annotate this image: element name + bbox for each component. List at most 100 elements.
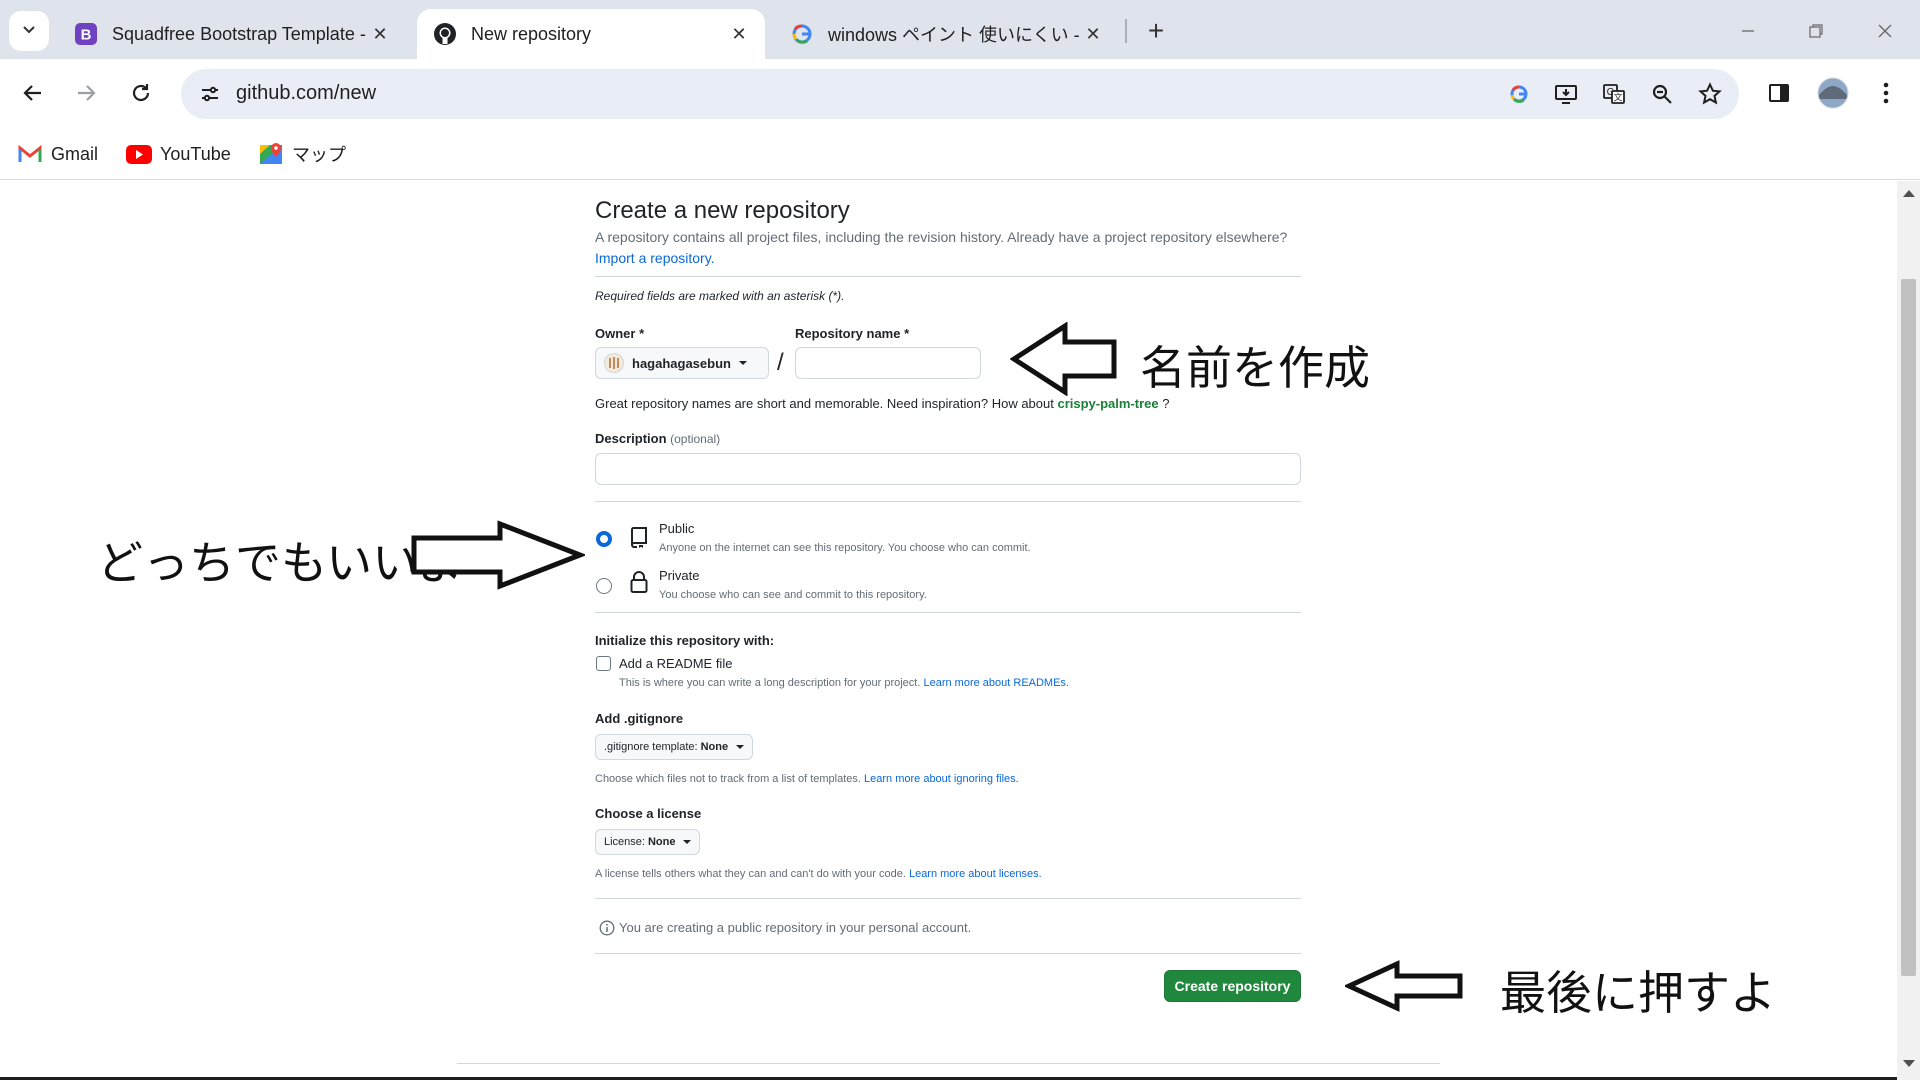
tab-separator: [1125, 19, 1127, 43]
annotation-arrow-right-visibility: [411, 520, 585, 590]
caret-down-icon: [738, 361, 747, 365]
intro-text: A repository contains all project files,…: [595, 229, 1288, 245]
page-scrollbar[interactable]: [1897, 181, 1920, 1080]
svg-text:B: B: [81, 27, 92, 44]
gitignore-learn-more-link[interactable]: Learn more about ignoring files.: [864, 773, 1019, 785]
divider: [595, 898, 1301, 899]
tab-new-repository[interactable]: New repository ✕: [417, 9, 765, 59]
tab-google-search[interactable]: windows ペイント 使いにくい - Goo ✕: [774, 9, 1119, 59]
readme-description: This is where you can write a long descr…: [619, 677, 1069, 689]
private-title: Private: [659, 568, 700, 583]
url-text[interactable]: github.com/new: [236, 82, 376, 105]
more-menu-icon[interactable]: [1866, 73, 1906, 113]
footer-divider: [457, 1063, 1440, 1064]
description-optional: (optional): [670, 432, 721, 446]
bookmark-label: マップ: [292, 145, 346, 165]
description-input[interactable]: [595, 453, 1301, 485]
new-tab-button[interactable]: +: [1139, 14, 1173, 48]
name-hint: Great repository names are short and mem…: [595, 396, 1170, 411]
owner-dropdown[interactable]: hagahagasebun: [595, 347, 769, 379]
lock-icon: [628, 571, 650, 593]
gitignore-template-dropdown[interactable]: .gitignore template: None: [595, 734, 754, 760]
caret-down-icon: [736, 745, 745, 749]
public-description: Anyone on the internet can see this repo…: [659, 542, 1031, 554]
side-panel-icon[interactable]: [1759, 73, 1799, 113]
restore-icon[interactable]: [1801, 16, 1831, 46]
info-icon: [599, 920, 615, 936]
gitignore-button-value: None: [700, 741, 729, 753]
page-title: Create a new repository: [595, 197, 850, 224]
google-icon: [790, 22, 814, 46]
bookmark-gmail[interactable]: Gmail: [17, 138, 98, 170]
create-repository-button[interactable]: Create repository: [1164, 970, 1301, 1002]
browser-toolbar: github.com/new G文: [0, 59, 1920, 128]
private-radio[interactable]: [596, 578, 612, 594]
divider: [595, 276, 1301, 277]
scroll-up-arrow-icon[interactable]: [1903, 190, 1915, 197]
close-icon[interactable]: ✕: [727, 22, 751, 46]
license-dropdown[interactable]: License: None: [595, 829, 701, 855]
license-label: Choose a license: [595, 806, 702, 821]
description-label-text: Description: [595, 431, 667, 446]
site-info-icon[interactable]: [193, 77, 227, 111]
chevron-down-icon: [21, 21, 37, 42]
required-fields-note: Required fields are marked with an aster…: [595, 289, 845, 303]
scroll-down-arrow-icon[interactable]: [1903, 1060, 1915, 1067]
annotation-visibility: どっちでもいいよ: [97, 536, 464, 590]
public-radio[interactable]: [596, 531, 612, 547]
annotation-name: 名前を作成: [1140, 341, 1370, 395]
readme-checkbox[interactable]: [596, 656, 611, 671]
bookmarks-bar: Gmail YouTube マップ: [0, 128, 1920, 180]
owner-label: Owner *: [595, 326, 645, 341]
caret-down-icon: [683, 840, 692, 844]
tab-title: windows ペイント 使いにくい - Goo: [828, 25, 1081, 45]
import-repository-link[interactable]: Import a repository.: [595, 250, 715, 266]
license-description: A license tells others what they can and…: [595, 868, 1042, 880]
tab-title: Squadfree Bootstrap Template -: [112, 23, 366, 44]
reload-icon[interactable]: [121, 73, 161, 113]
readme-label[interactable]: Add a README file: [619, 656, 732, 671]
bookmark-youtube[interactable]: YouTube: [126, 138, 231, 170]
license-learn-more-link[interactable]: Learn more about licenses.: [909, 868, 1042, 880]
owner-repo-separator: /: [777, 349, 784, 376]
tab-squadfree[interactable]: B Squadfree Bootstrap Template - ✕: [58, 9, 406, 59]
avatar[interactable]: [1813, 73, 1853, 113]
bootstrap-icon: B: [74, 22, 98, 46]
public-title: Public: [659, 521, 695, 536]
tab-strip: B Squadfree Bootstrap Template - ✕ New r…: [0, 0, 1920, 59]
private-description: You choose who can see and commit to thi…: [659, 589, 927, 601]
address-bar[interactable]: github.com/new G文: [181, 69, 1739, 119]
license-button-prefix: License:: [604, 836, 645, 848]
back-icon[interactable]: [13, 73, 53, 113]
window-close-icon[interactable]: [1870, 16, 1900, 46]
bookmark-maps[interactable]: マップ: [258, 138, 346, 170]
bookmark-label: Gmail: [51, 143, 99, 164]
translate-icon[interactable]: G文: [1599, 79, 1629, 109]
gitignore-description: Choose which files not to track from a l…: [595, 773, 1019, 785]
repository-name-input[interactable]: [795, 347, 981, 379]
annotation-create: 最後に押すよ: [1500, 966, 1776, 1020]
zoom-icon[interactable]: [1647, 79, 1677, 109]
tab-search-button[interactable]: [9, 11, 49, 51]
repository-name-label: Repository name *: [795, 326, 910, 341]
close-icon[interactable]: ✕: [368, 22, 392, 46]
maps-icon: [258, 141, 284, 167]
visibility-notice: You are creating a public repository in …: [619, 920, 972, 935]
owner-avatar: [604, 353, 624, 373]
install-app-icon[interactable]: [1551, 79, 1581, 109]
divider: [595, 501, 1301, 502]
divider: [595, 953, 1301, 954]
bookmark-star-icon[interactable]: [1695, 79, 1725, 109]
description-label: Description (optional): [595, 431, 720, 446]
google-lens-icon[interactable]: [1504, 79, 1534, 109]
minimize-icon[interactable]: [1733, 16, 1763, 46]
scrollbar-thumb[interactable]: [1901, 279, 1916, 976]
close-icon[interactable]: ✕: [1081, 22, 1105, 46]
name-suggestion-link[interactable]: crispy-palm-tree: [1057, 396, 1158, 411]
divider: [595, 612, 1301, 613]
name-hint-end: ?: [1162, 396, 1170, 411]
owner-name: hagahagasebun: [632, 355, 731, 371]
forward-icon[interactable]: [66, 73, 106, 113]
readme-description-text: This is where you can write a long descr…: [619, 677, 921, 689]
readme-learn-more-link[interactable]: Learn more about READMEs.: [923, 677, 1069, 689]
